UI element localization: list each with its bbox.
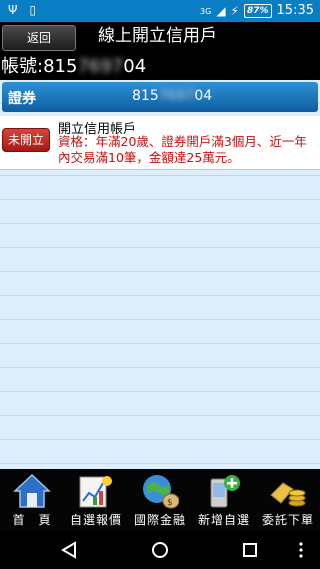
- svg-text:$: $: [167, 498, 173, 508]
- overflow-menu-icon[interactable]: [296, 541, 306, 559]
- account-label: 帳號:: [1, 56, 44, 77]
- account-suffix: 04: [123, 56, 147, 77]
- nav-quotes-label: 自選報價: [69, 513, 122, 527]
- nav-quotes[interactable]: 自選報價: [64, 469, 128, 531]
- account-list: 證券 815769704 未開立 開立信用帳戶 資格：年滿20歲、證券開戶滿3個…: [0, 80, 320, 469]
- signal-icon: ◢: [216, 3, 226, 18]
- nav-intl-finance-label: 國際金融: [133, 513, 186, 527]
- nav-home-label: 首 頁: [12, 513, 52, 527]
- account-masked: 7697: [77, 56, 124, 77]
- nav-intl-finance[interactable]: $ 國際金融: [128, 469, 192, 531]
- page-title: 線上開立信用戶: [98, 26, 217, 46]
- nav-add-watchlist[interactable]: 新增自選: [192, 469, 256, 531]
- add-phone-icon: [210, 475, 240, 508]
- nav-place-order-label: 委託下單: [261, 513, 314, 527]
- nav-home[interactable]: 首 頁: [0, 469, 64, 531]
- securities-label: 證券: [8, 91, 36, 107]
- securities-account-bar[interactable]: 證券 815769704: [2, 82, 318, 112]
- securities-account-number: 815769704: [132, 88, 213, 104]
- system-navigation-bar: [0, 531, 320, 569]
- nav-place-order[interactable]: 委託下單: [256, 469, 320, 531]
- back-button[interactable]: 返回: [2, 25, 76, 51]
- app-header: 返回 線上開立信用戶: [0, 22, 320, 52]
- status-badge[interactable]: 未開立: [2, 128, 50, 152]
- account-prefix: 815: [43, 56, 78, 77]
- list-item-description: 資格：年滿20歲、證券開戶滿3個月、近一年內交易滿10筆，金額達25萬元。: [58, 134, 307, 165]
- gold-coins-icon: [270, 482, 306, 507]
- clock: 15:35: [276, 3, 314, 18]
- globe-money-icon: $: [143, 475, 179, 509]
- list-item-credit-account[interactable]: 未開立 開立信用帳戶 資格：年滿20歲、證券開戶滿3個月、近一年內交易滿10筆，…: [0, 116, 320, 170]
- sd-card-icon: ▯: [29, 3, 37, 17]
- network-type: 3G: [200, 6, 212, 16]
- home-circle-icon[interactable]: [151, 541, 169, 559]
- recents-square-icon[interactable]: [241, 541, 259, 559]
- battery-level: 87%: [243, 4, 272, 18]
- nav-add-watchlist-label: 新增自選: [197, 513, 250, 527]
- quote-chart-icon: [79, 476, 112, 508]
- charging-icon: ⚡: [230, 3, 239, 18]
- usb-icon: Ψ: [8, 3, 18, 17]
- bottom-navigation: 首 頁 自選報價 $ 國際金融 新增自選 委託下單: [0, 469, 320, 531]
- status-bar: Ψ ▯ 3G ◢ ⚡ 87% 15:35: [0, 0, 320, 22]
- home-icon: [13, 473, 51, 508]
- account-number: 帳號:815769704: [0, 54, 320, 80]
- back-triangle-icon[interactable]: [60, 541, 78, 559]
